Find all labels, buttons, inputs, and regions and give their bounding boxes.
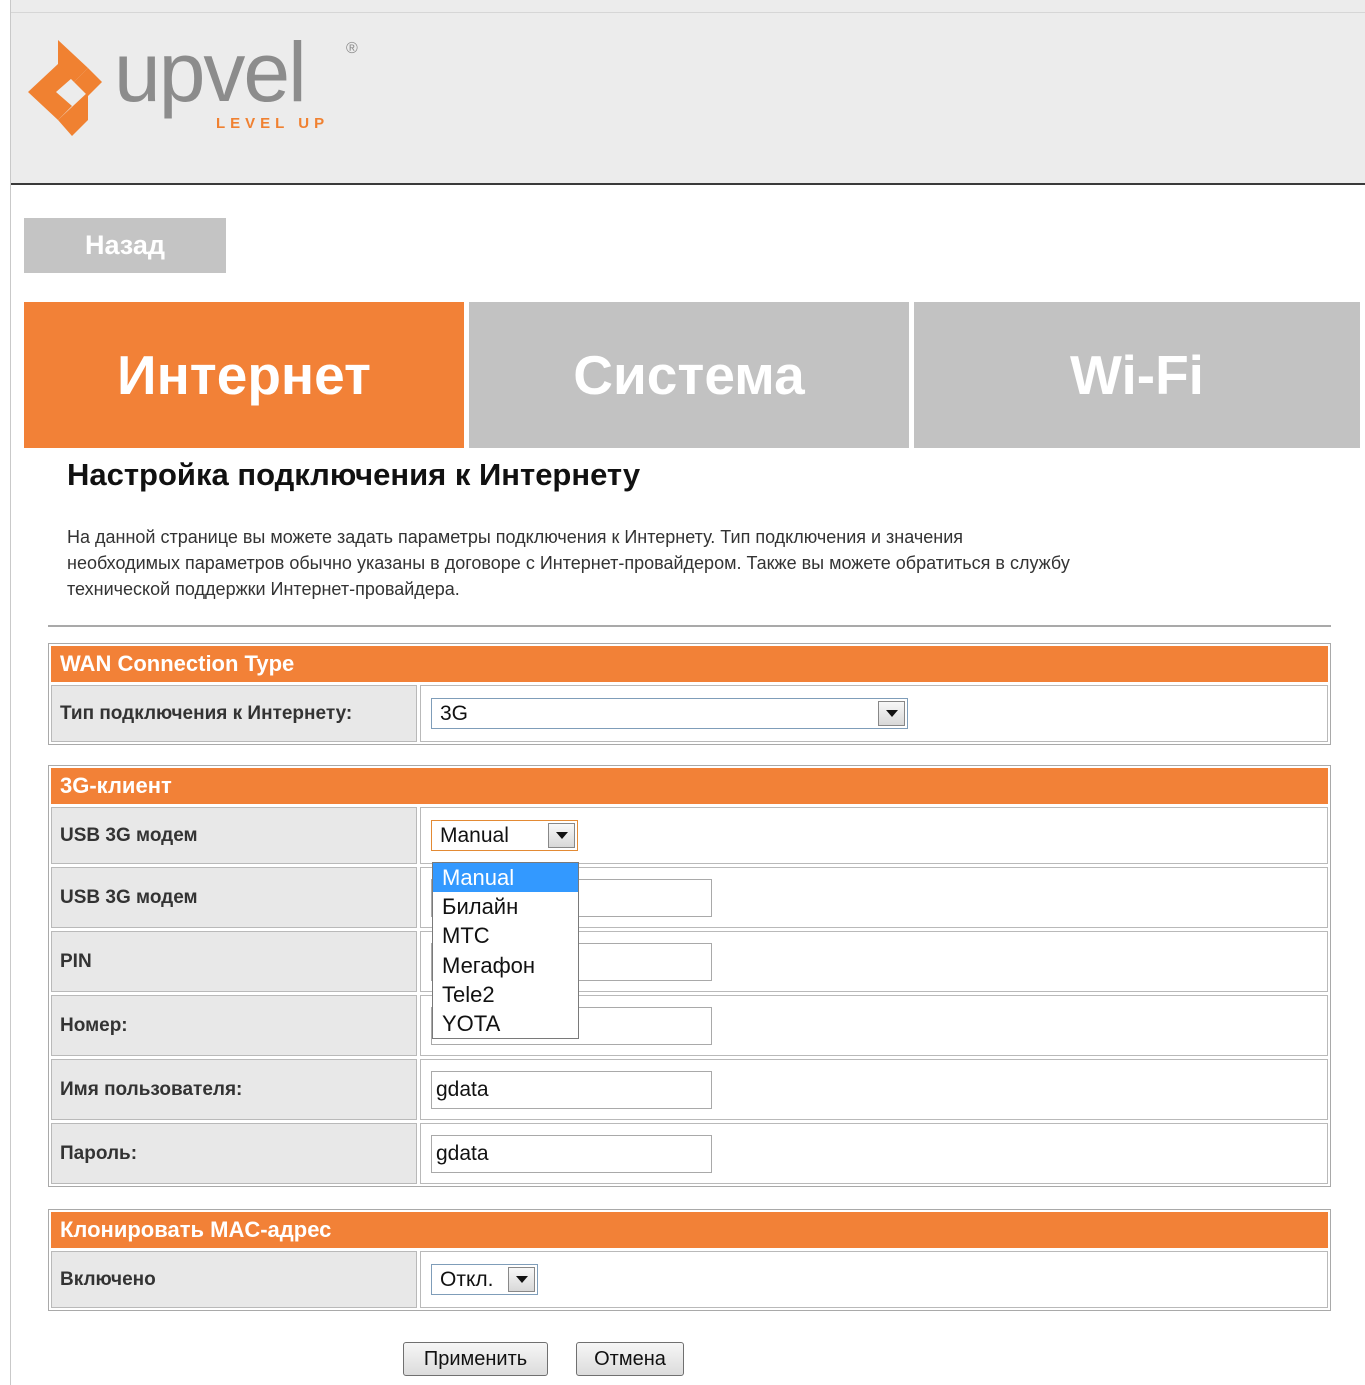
form-row: Имя пользователя: bbox=[51, 1059, 1328, 1120]
chevron-down-icon[interactable] bbox=[508, 1267, 535, 1292]
number-label: Номер: bbox=[51, 995, 417, 1056]
back-button[interactable]: Назад bbox=[24, 218, 226, 273]
description-line: необходимых параметров обычно указаны в … bbox=[67, 553, 1070, 573]
cancel-button[interactable]: Отмена bbox=[576, 1342, 684, 1376]
form-value-cell: Откл. bbox=[420, 1251, 1328, 1308]
modem-value: Manual bbox=[440, 823, 509, 847]
client3g-section: 3G-клиент USB 3G модем Manual USB 3G мод… bbox=[48, 765, 1331, 1187]
wan-type-select[interactable]: 3G bbox=[431, 698, 908, 729]
password-label: Пароль: bbox=[51, 1123, 417, 1184]
form-value-cell bbox=[420, 1123, 1328, 1184]
dropdown-option[interactable]: Билайн bbox=[433, 892, 578, 921]
mac-enabled-value: Откл. bbox=[440, 1267, 494, 1291]
tab-system[interactable]: Система bbox=[469, 302, 909, 448]
form-value-cell: 3G bbox=[420, 685, 1328, 742]
page-edge bbox=[10, 0, 11, 1385]
dropdown-option[interactable]: Мегафон bbox=[433, 951, 578, 980]
description-line: На данной странице вы можете задать пара… bbox=[67, 527, 963, 547]
page-description: На данной странице вы можете задать пара… bbox=[67, 524, 1337, 602]
form-row: USB 3G модем Manual bbox=[51, 807, 1328, 864]
form-value-cell bbox=[420, 1059, 1328, 1120]
pin-label: PIN bbox=[51, 931, 417, 992]
wan-type-label: Тип подключения к Интернету: bbox=[51, 685, 417, 742]
dropdown-option[interactable]: YOTA bbox=[433, 1009, 578, 1038]
form-row: Пароль: bbox=[51, 1123, 1328, 1184]
form-row: Номер: bbox=[51, 995, 1328, 1056]
mac-enabled-select[interactable]: Откл. bbox=[431, 1264, 538, 1295]
divider bbox=[48, 625, 1331, 627]
description-line: технической поддержки Интернет-провайдер… bbox=[67, 579, 460, 599]
form-row: Включено Откл. bbox=[51, 1251, 1328, 1308]
dropdown-option[interactable]: МТС bbox=[433, 921, 578, 950]
brand-logo: upvel ® LEVEL UP bbox=[28, 30, 388, 140]
modem-dropdown-list: Manual Билайн МТС Мегафон Tele2 YOTA bbox=[432, 862, 579, 1040]
form-value-cell: Manual bbox=[420, 807, 1328, 864]
page-title: Настройка подключения к Интернету bbox=[67, 457, 641, 492]
modem-label: USB 3G модем bbox=[51, 807, 417, 864]
form-row: USB 3G модем bbox=[51, 867, 1328, 928]
brand-tagline: LEVEL UP bbox=[216, 115, 330, 132]
modem-select[interactable]: Manual bbox=[431, 820, 578, 851]
brand-wordmark: upvel bbox=[114, 25, 307, 119]
username-input[interactable] bbox=[431, 1070, 712, 1109]
tab-internet[interactable]: Интернет bbox=[24, 302, 464, 448]
wan-type-value: 3G bbox=[440, 701, 469, 725]
wan-section: WAN Connection Type Тип подключения к Ин… bbox=[48, 643, 1331, 745]
chevron-down-icon[interactable] bbox=[548, 823, 575, 848]
dropdown-option[interactable]: Tele2 bbox=[433, 980, 578, 1009]
upvel-logo-icon bbox=[28, 40, 102, 136]
header-topline bbox=[11, 12, 1365, 13]
chevron-down-icon[interactable] bbox=[878, 701, 905, 726]
form-row: PIN bbox=[51, 931, 1328, 992]
username-label: Имя пользователя: bbox=[51, 1059, 417, 1120]
mac-enabled-label: Включено bbox=[51, 1251, 417, 1308]
tab-wifi[interactable]: Wi-Fi bbox=[914, 302, 1360, 448]
mac-section: Клонировать MAC-адрес Включено Откл. bbox=[48, 1209, 1331, 1311]
section-header: 3G-клиент bbox=[51, 768, 1328, 804]
section-header: WAN Connection Type bbox=[51, 646, 1328, 682]
apn-label: USB 3G модем bbox=[51, 867, 417, 928]
password-input[interactable] bbox=[431, 1134, 712, 1173]
section-header: Клонировать MAC-адрес bbox=[51, 1212, 1328, 1248]
dropdown-option[interactable]: Manual bbox=[433, 863, 578, 893]
brand-registered: ® bbox=[346, 40, 358, 57]
form-row: Тип подключения к Интернету: 3G bbox=[51, 685, 1328, 742]
apply-button[interactable]: Применить bbox=[403, 1342, 548, 1376]
